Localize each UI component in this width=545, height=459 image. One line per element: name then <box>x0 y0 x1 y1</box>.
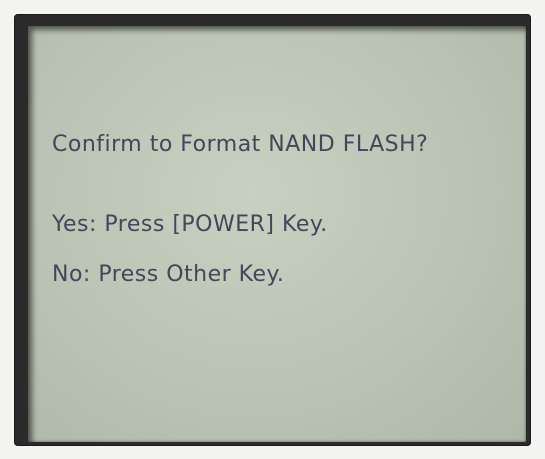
lcd-screen: Confirm to Format NAND FLASH? Yes: Press… <box>28 26 526 442</box>
yes-option-text: Yes: Press [POWER] Key. <box>52 212 328 237</box>
format-confirm-prompt: Confirm to Format NAND FLASH? <box>52 132 429 157</box>
device-body: Confirm to Format NAND FLASH? Yes: Press… <box>0 0 545 459</box>
no-option-text: No: Press Other Key. <box>52 262 285 287</box>
